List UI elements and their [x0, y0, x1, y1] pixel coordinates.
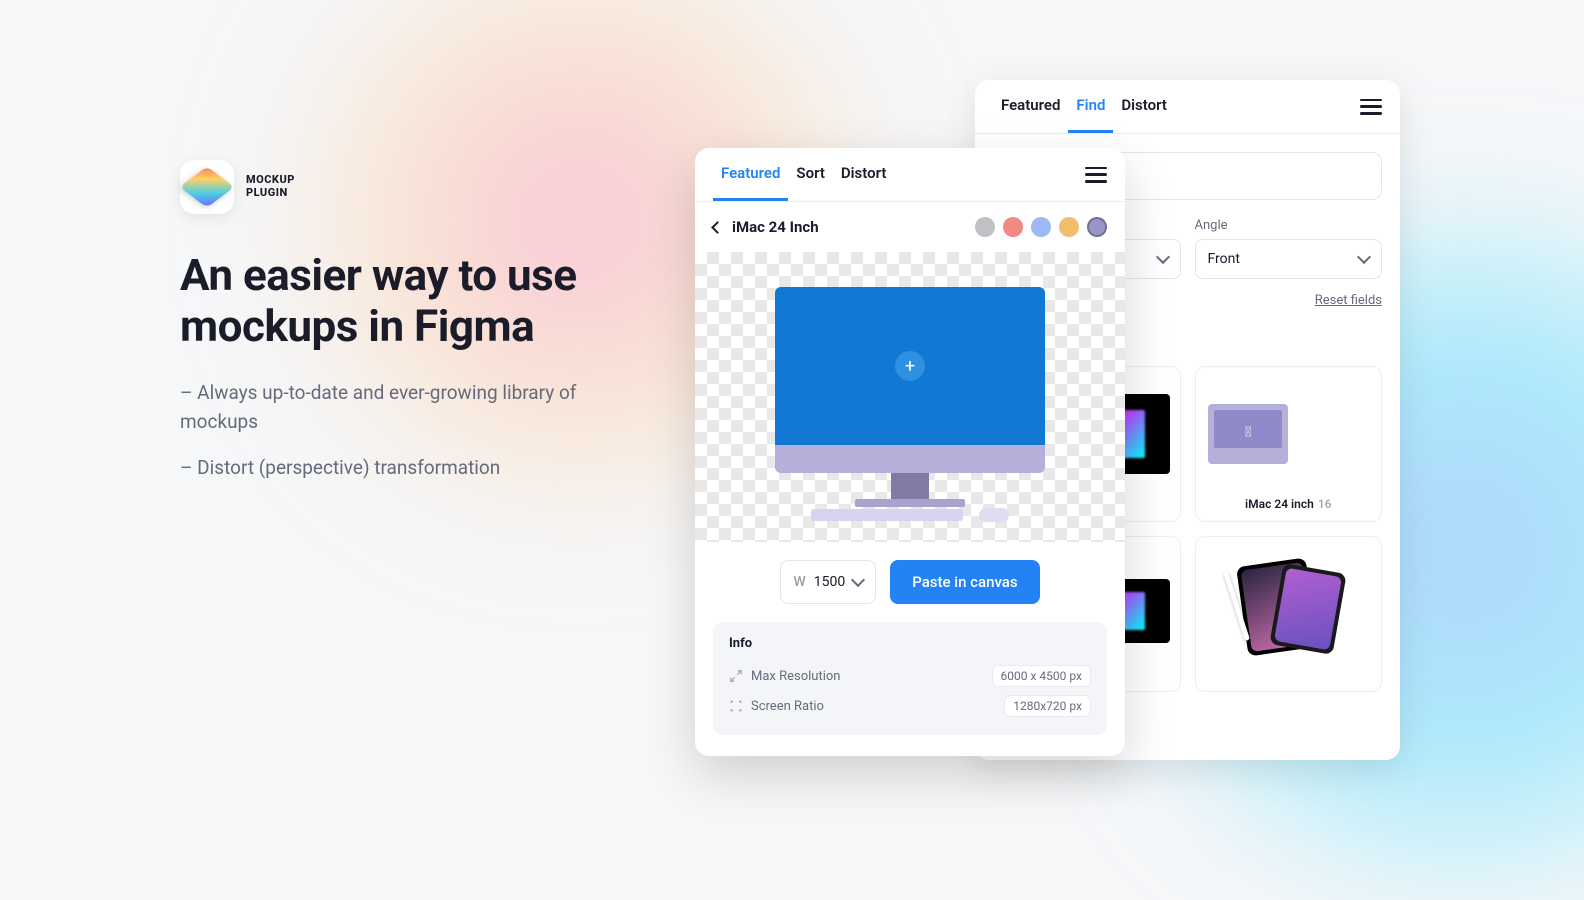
tab-find[interactable]: Find — [1068, 80, 1113, 133]
plugin-logo-text: MOCKUP PLUGIN — [246, 174, 295, 199]
hero-bullet-2: – Distort (perspective) transformation — [180, 454, 620, 483]
tab-distort[interactable]: Distort — [1113, 80, 1175, 133]
featured-panel: Featured Sort Distort iMac 24 Inch + — [695, 148, 1125, 756]
info-value: 1280x720 px — [1004, 695, 1091, 717]
expand-icon — [729, 669, 743, 683]
mockup-preview: + — [695, 252, 1125, 542]
tab-sort[interactable]: Sort — [788, 148, 832, 201]
mouse-icon — [979, 508, 1009, 522]
hero-bullet-1: – Always up-to-date and ever-growing lib… — [180, 379, 620, 436]
chevron-down-icon — [1357, 250, 1371, 264]
result-card[interactable] — [1195, 536, 1383, 692]
featured-panel-tabs: Featured Sort Distort — [695, 148, 1125, 202]
hero-section: MOCKUP PLUGIN An easier way to use mocku… — [180, 160, 620, 501]
info-label: Max Resolution — [751, 669, 840, 684]
color-swatches — [975, 217, 1107, 237]
mockup-title: iMac 24 Inch — [732, 218, 819, 236]
tab-featured[interactable]: Featured — [993, 80, 1068, 133]
chevron-down-icon — [1155, 250, 1169, 264]
width-select[interactable]: W 1500 — [780, 560, 876, 604]
hero-headline: An easier way to use mockups in Figma — [180, 250, 620, 351]
add-screen-button[interactable]: + — [895, 351, 925, 381]
menu-icon[interactable] — [1360, 99, 1382, 115]
color-swatch-pink[interactable] — [1003, 217, 1023, 237]
imac-mockup: + — [775, 287, 1045, 507]
paste-in-canvas-button[interactable]: Paste in canvas — [890, 560, 1039, 604]
plugin-logo-icon — [180, 160, 234, 214]
info-label: Screen Ratio — [751, 699, 824, 714]
menu-icon[interactable] — [1085, 167, 1107, 183]
tab-distort[interactable]: Distort — [833, 148, 895, 201]
info-box: Info Max Resolution 6000 x 4500 px Scree… — [713, 622, 1107, 735]
back-button[interactable] — [711, 221, 724, 234]
plugin-logo: MOCKUP PLUGIN — [180, 160, 620, 214]
ratio-icon — [729, 699, 743, 713]
angle-select[interactable]: Front — [1195, 239, 1383, 279]
color-swatch-purple[interactable] — [1087, 217, 1107, 237]
info-title: Info — [729, 636, 1091, 651]
color-swatch-yellow[interactable] — [1059, 217, 1079, 237]
keyboard-icon — [811, 509, 963, 521]
info-value: 6000 x 4500 px — [992, 665, 1091, 687]
color-swatch-blue[interactable] — [1031, 217, 1051, 237]
find-panel-tabs: Featured Find Distort — [975, 80, 1400, 134]
tab-featured[interactable]: Featured — [713, 148, 788, 201]
result-card-imac[interactable]: iMac 24 inch16 — [1195, 366, 1383, 522]
chevron-down-icon — [851, 573, 865, 587]
angle-label: Angle — [1195, 218, 1383, 233]
color-swatch-silver[interactable] — [975, 217, 995, 237]
